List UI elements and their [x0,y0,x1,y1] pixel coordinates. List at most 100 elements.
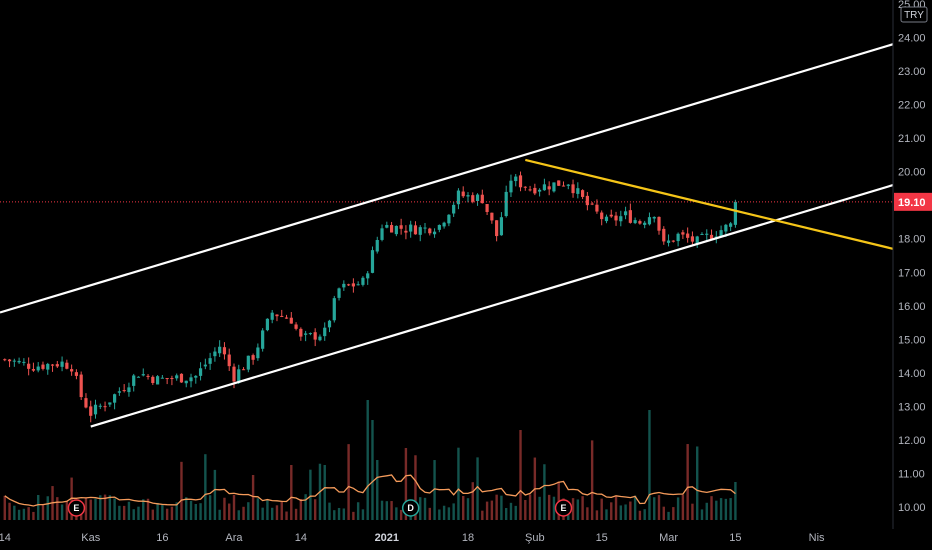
candle-body [729,223,733,227]
volume-bar [156,502,159,520]
volume-bar [390,501,393,520]
volume-bar [170,506,174,520]
price-tick-label: 23.00 [898,66,926,78]
volume-bar [223,497,226,520]
candle-body [538,189,542,192]
price-axis[interactable]: 10.00 11.00 12.00 13.00 14.00 15.00 16.00 17.00… [894,0,932,514]
candle-body [509,180,513,193]
time-tick-label: 2021 [375,532,399,544]
time-tick-label: 16 [156,532,168,544]
event-marker[interactable]: E [67,499,86,517]
candle-body [475,194,480,201]
volume-bar [347,444,350,520]
candle-body [3,359,7,361]
candle-body [241,369,246,371]
candle-body [614,215,618,221]
candle-body [93,404,98,415]
volume-bar [710,496,713,520]
last-price-label: 19.10 [894,192,932,211]
price-chart[interactable]: E D E 10.0011.0012.0013.0014.0015.0016.001… [0,0,932,550]
volume-bar [447,507,451,520]
volume-bar [118,505,121,520]
volume-bar [313,499,317,520]
volume-bar [686,444,689,520]
volume-bar [624,504,627,520]
currency-badge[interactable]: TRY [900,6,928,23]
event-marker[interactable]: E [554,499,573,517]
volume-bar [94,498,97,520]
candle-body [265,318,270,331]
candle-body [724,224,728,232]
candle-body [423,227,427,229]
candle-body [432,231,437,235]
candle-body [657,216,661,231]
candle-body [203,364,207,367]
volume-bar [3,495,6,520]
price-tick-label: 17.00 [898,267,926,279]
event-marker-label: D [407,503,414,513]
candle-body [313,332,317,340]
volume-bar [65,501,69,520]
candle-body [676,233,680,242]
volume-bar [60,504,64,520]
candle-body [41,364,45,369]
volume-bar [185,497,188,520]
candle-body [151,376,155,384]
channel-upper [0,43,894,314]
candle-body [604,216,609,222]
candle-body [652,216,656,219]
time-tick-label: 14 [295,532,307,544]
volume-bar [571,498,575,520]
candle-body [542,184,546,191]
volume-bar [676,497,680,520]
volume-bar [27,507,30,520]
event-marker[interactable]: D [401,499,420,517]
time-axis[interactable]: 14 Kas 16 Ara 14 2021 18 Şub 15 Mar 15 Nis [0,532,825,544]
candle-body [485,204,489,212]
candle-body [27,363,31,369]
candle-body [409,224,413,232]
candle-body [576,188,580,194]
candle-body [160,377,164,379]
volume-bar [471,482,474,520]
volume-bar [352,511,355,520]
candle-body [375,240,379,252]
candle-body [132,375,136,386]
volume-bar [524,499,527,520]
price-tick-label: 13.00 [898,401,926,413]
candle-body [623,211,628,216]
candle-body [17,360,21,363]
candle-body [275,314,279,317]
volume-bar [122,505,126,520]
volume-bar [32,511,35,520]
volume-bar [256,498,260,520]
volume-bar [84,498,88,520]
volume-bar [180,461,183,520]
candle-body [36,366,40,371]
volume-bar [576,499,580,520]
candle-body [552,182,556,192]
candle-body [681,232,685,235]
volume-bar [113,498,116,520]
volume-bar [504,508,508,520]
volume-bar [724,498,728,520]
candle-body [74,372,79,376]
volume-bar [586,507,589,520]
volume-bar [247,502,250,520]
candle-body [198,368,203,376]
volume-bar [323,464,326,520]
candle-body [633,220,637,224]
volume-bar [729,498,732,520]
candle-body [590,203,594,205]
candle-body [523,186,527,188]
volume-bar [22,508,26,520]
candle-body [213,351,217,357]
volume-bar [700,509,704,520]
volume-bar [89,499,92,520]
time-tick-label: Şub [525,532,545,544]
volume-bar [519,430,522,520]
drawn-lines[interactable] [0,43,894,428]
volume-bar [719,498,723,520]
candle-body [122,390,126,392]
candle-body [499,217,504,236]
